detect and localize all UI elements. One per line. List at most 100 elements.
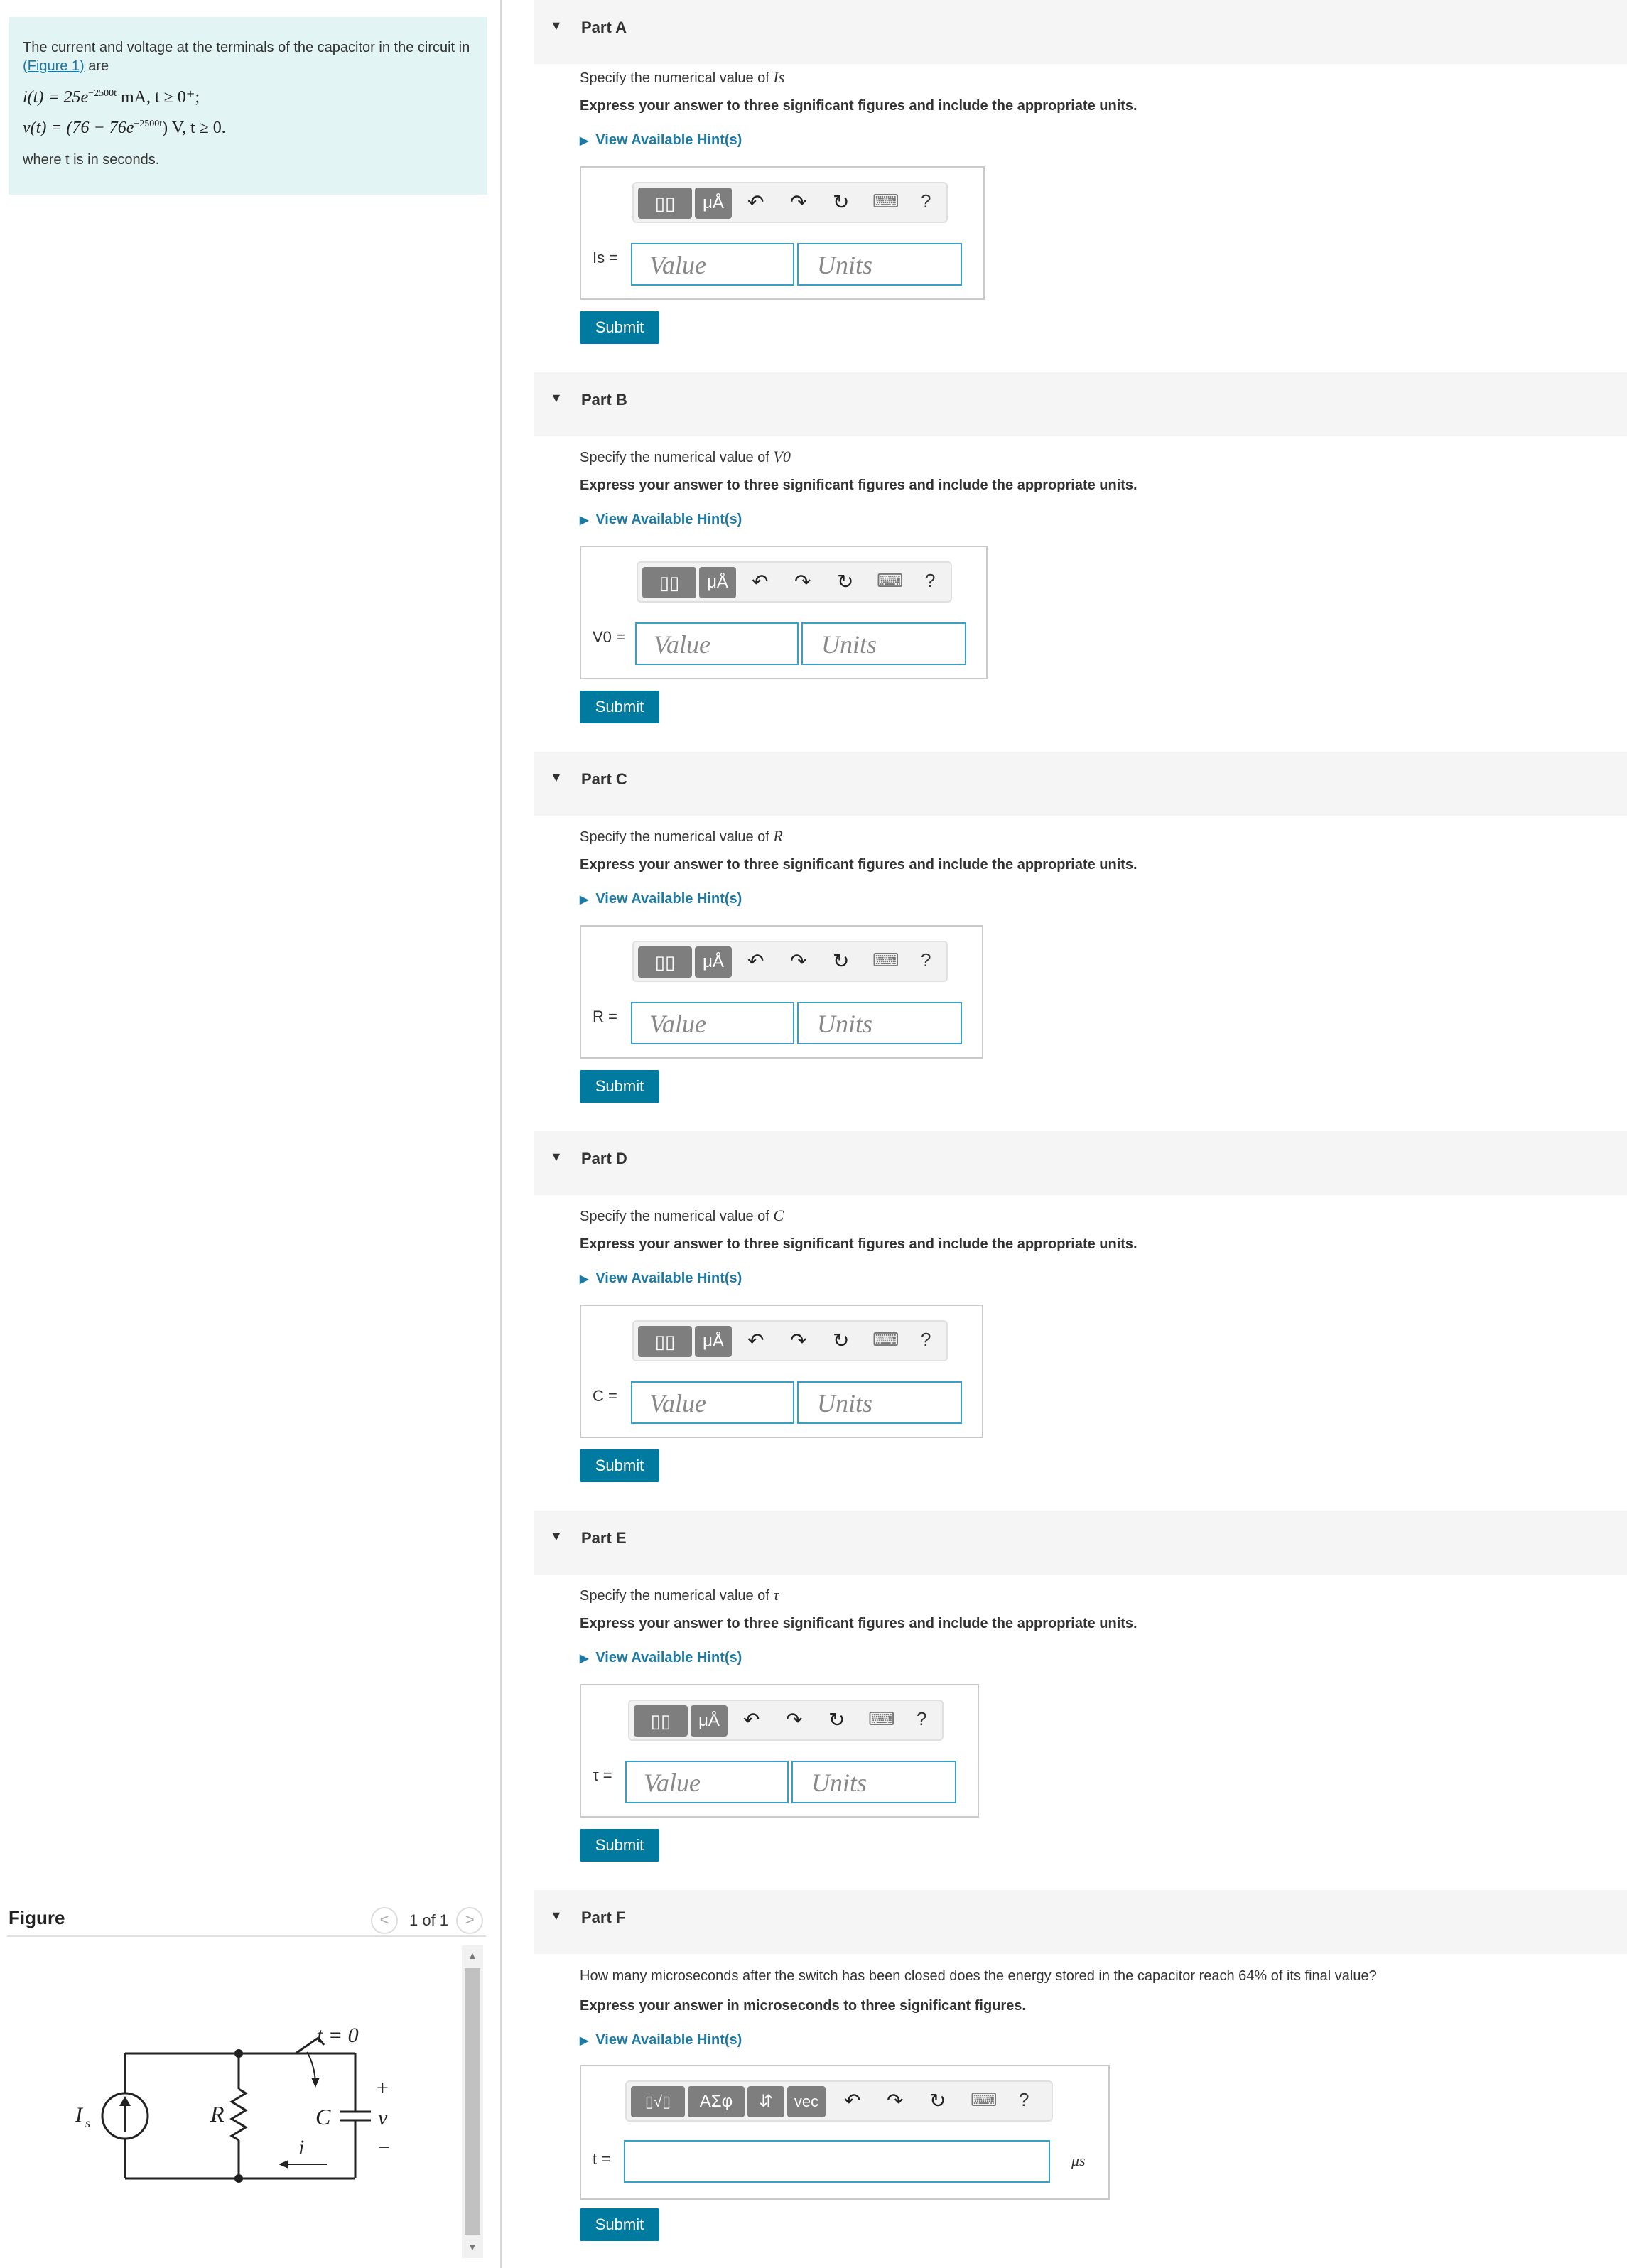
- figure-next-button[interactable]: >: [456, 1907, 483, 1934]
- part-a-header[interactable]: ▼ Part A: [534, 0, 1627, 64]
- reset-icon[interactable]: ↻: [837, 570, 853, 593]
- source-label: I: [75, 2103, 84, 2127]
- part-b-hint-link[interactable]: ▶ View Available Hint(s): [580, 512, 742, 528]
- voltage-equation-base: v(t) = (76 − 76e: [23, 119, 134, 137]
- part-f-unit-label: μs: [1071, 2151, 1086, 2169]
- part-a-answer-box: ▯▯ μÅ ↶ ↷ ↻ ⌨ ? Is = Value Units: [580, 166, 985, 300]
- undo-icon[interactable]: ↶: [752, 570, 768, 593]
- redo-icon[interactable]: ↷: [790, 949, 806, 973]
- part-a-question-text: Specify the numerical value of: [580, 70, 774, 86]
- keyboard-icon[interactable]: ⌨: [868, 1708, 895, 1730]
- part-b-submit-button[interactable]: Submit: [580, 691, 659, 723]
- part-d-question-text: Specify the numerical value of: [580, 1209, 774, 1224]
- part-c-header[interactable]: ▼ Part C: [534, 752, 1627, 816]
- part-e-header[interactable]: ▼ Part E: [534, 1511, 1627, 1575]
- units-button[interactable]: μÅ: [699, 567, 736, 598]
- keyboard-icon[interactable]: ⌨: [872, 949, 899, 971]
- part-d-value-input[interactable]: Value: [631, 1381, 794, 1424]
- collapse-caret-icon[interactable]: ▼: [550, 391, 563, 406]
- keyboard-icon[interactable]: ⌨: [877, 570, 904, 592]
- hint-label: View Available Hint(s): [595, 512, 742, 527]
- switch-motion-arrowhead-icon: [311, 2078, 320, 2088]
- redo-icon[interactable]: ↷: [786, 1708, 802, 1732]
- keyboard-icon[interactable]: ⌨: [971, 2089, 998, 2111]
- part-a-hint-link[interactable]: ▶ View Available Hint(s): [580, 132, 742, 148]
- part-c-units-input[interactable]: Units: [797, 1002, 962, 1044]
- vector-button[interactable]: vec: [787, 2086, 826, 2117]
- part-c-submit-button[interactable]: Submit: [580, 1070, 659, 1103]
- redo-icon[interactable]: ↷: [794, 570, 811, 593]
- figure-scrollbar[interactable]: ▲ ▼: [462, 1945, 483, 2258]
- part-b-units-input[interactable]: Units: [801, 622, 966, 665]
- help-icon[interactable]: ?: [1019, 2089, 1029, 2111]
- templates-button[interactable]: ▯▯: [638, 946, 692, 978]
- collapse-caret-icon[interactable]: ▼: [550, 1150, 563, 1165]
- units-button[interactable]: μÅ: [695, 188, 732, 219]
- help-icon[interactable]: ?: [921, 1329, 931, 1351]
- figure-link[interactable]: (Figure 1): [23, 58, 85, 74]
- math-toolbar: ▯▯ μÅ ↶ ↷ ↻ ⌨ ?: [632, 182, 948, 223]
- part-a-value-input[interactable]: Value: [631, 243, 794, 286]
- part-e-hint-link[interactable]: ▶ View Available Hint(s): [580, 1650, 742, 1666]
- part-d-header[interactable]: ▼ Part D: [534, 1131, 1627, 1195]
- part-f-answer-input[interactable]: [624, 2140, 1050, 2183]
- part-d-hint-link[interactable]: ▶ View Available Hint(s): [580, 1270, 742, 1287]
- part-d-submit-button[interactable]: Submit: [580, 1449, 659, 1482]
- math-toolbar: ▯▯ μÅ ↶ ↷ ↻ ⌨ ?: [632, 941, 948, 982]
- templates-button[interactable]: ▯▯: [642, 567, 696, 598]
- undo-icon[interactable]: ↶: [844, 2089, 860, 2112]
- redo-icon[interactable]: ↷: [790, 1329, 806, 1352]
- problem-intro: The current and voltage at the terminals…: [23, 38, 473, 75]
- figure-prev-button[interactable]: <: [371, 1907, 398, 1934]
- undo-icon[interactable]: ↶: [743, 1708, 760, 1732]
- part-c-value-input[interactable]: Value: [631, 1002, 794, 1044]
- part-f-hint-link[interactable]: ▶ View Available Hint(s): [580, 2032, 742, 2048]
- part-f-header[interactable]: ▼ Part F: [534, 1890, 1627, 1954]
- units-button[interactable]: μÅ: [695, 946, 732, 978]
- reset-icon[interactable]: ↻: [833, 949, 849, 973]
- greek-letters-button[interactable]: ΑΣφ: [688, 2086, 745, 2117]
- redo-icon[interactable]: ↷: [790, 190, 806, 214]
- templates-button[interactable]: ▯▯: [638, 188, 692, 219]
- templates-button[interactable]: ▯▯: [638, 1326, 692, 1357]
- reset-icon[interactable]: ↻: [828, 1708, 845, 1732]
- scroll-up-icon[interactable]: ▲: [467, 1950, 477, 1961]
- scrollbar-thumb[interactable]: [465, 1968, 480, 2235]
- arrows-button[interactable]: ⇵: [747, 2086, 784, 2117]
- reset-icon[interactable]: ↻: [833, 1329, 849, 1352]
- keyboard-icon[interactable]: ⌨: [872, 1329, 899, 1351]
- hint-label: View Available Hint(s): [595, 132, 742, 148]
- part-a-submit-button[interactable]: Submit: [580, 311, 659, 344]
- undo-icon[interactable]: ↶: [747, 949, 764, 973]
- part-b-header[interactable]: ▼ Part B: [534, 372, 1627, 436]
- undo-icon[interactable]: ↶: [747, 190, 764, 214]
- units-button[interactable]: μÅ: [695, 1326, 732, 1357]
- voltage-equation: v(t) = (76 − 76e−2500t) V, t ≥ 0.: [23, 119, 473, 138]
- templates-button[interactable]: ▯▯: [634, 1705, 688, 1737]
- help-icon[interactable]: ?: [921, 190, 931, 212]
- scroll-down-icon[interactable]: ▼: [467, 2241, 477, 2252]
- help-icon[interactable]: ?: [917, 1708, 926, 1730]
- figure-counter: 1 of 1: [409, 1911, 449, 1929]
- redo-icon[interactable]: ↷: [887, 2089, 903, 2112]
- part-e-value-input[interactable]: Value: [625, 1761, 789, 1803]
- part-c-hint-link[interactable]: ▶ View Available Hint(s): [580, 891, 742, 907]
- part-e-units-input[interactable]: Units: [791, 1761, 956, 1803]
- undo-icon[interactable]: ↶: [747, 1329, 764, 1352]
- collapse-caret-icon[interactable]: ▼: [550, 1908, 563, 1923]
- units-button[interactable]: μÅ: [691, 1705, 728, 1737]
- collapse-caret-icon[interactable]: ▼: [550, 1529, 563, 1544]
- reset-icon[interactable]: ↻: [833, 190, 849, 214]
- part-f-submit-button[interactable]: Submit: [580, 2208, 659, 2241]
- part-b-value-input[interactable]: Value: [635, 622, 799, 665]
- collapse-caret-icon[interactable]: ▼: [550, 18, 563, 33]
- help-icon[interactable]: ?: [921, 949, 931, 971]
- keyboard-icon[interactable]: ⌨: [872, 190, 899, 212]
- sqrt-templates-button[interactable]: ▯√▯: [631, 2086, 685, 2117]
- part-d-units-input[interactable]: Units: [797, 1381, 962, 1424]
- part-a-units-input[interactable]: Units: [797, 243, 962, 286]
- help-icon[interactable]: ?: [925, 570, 935, 592]
- collapse-caret-icon[interactable]: ▼: [550, 770, 563, 785]
- reset-icon[interactable]: ↻: [929, 2089, 946, 2112]
- part-e-submit-button[interactable]: Submit: [580, 1829, 659, 1862]
